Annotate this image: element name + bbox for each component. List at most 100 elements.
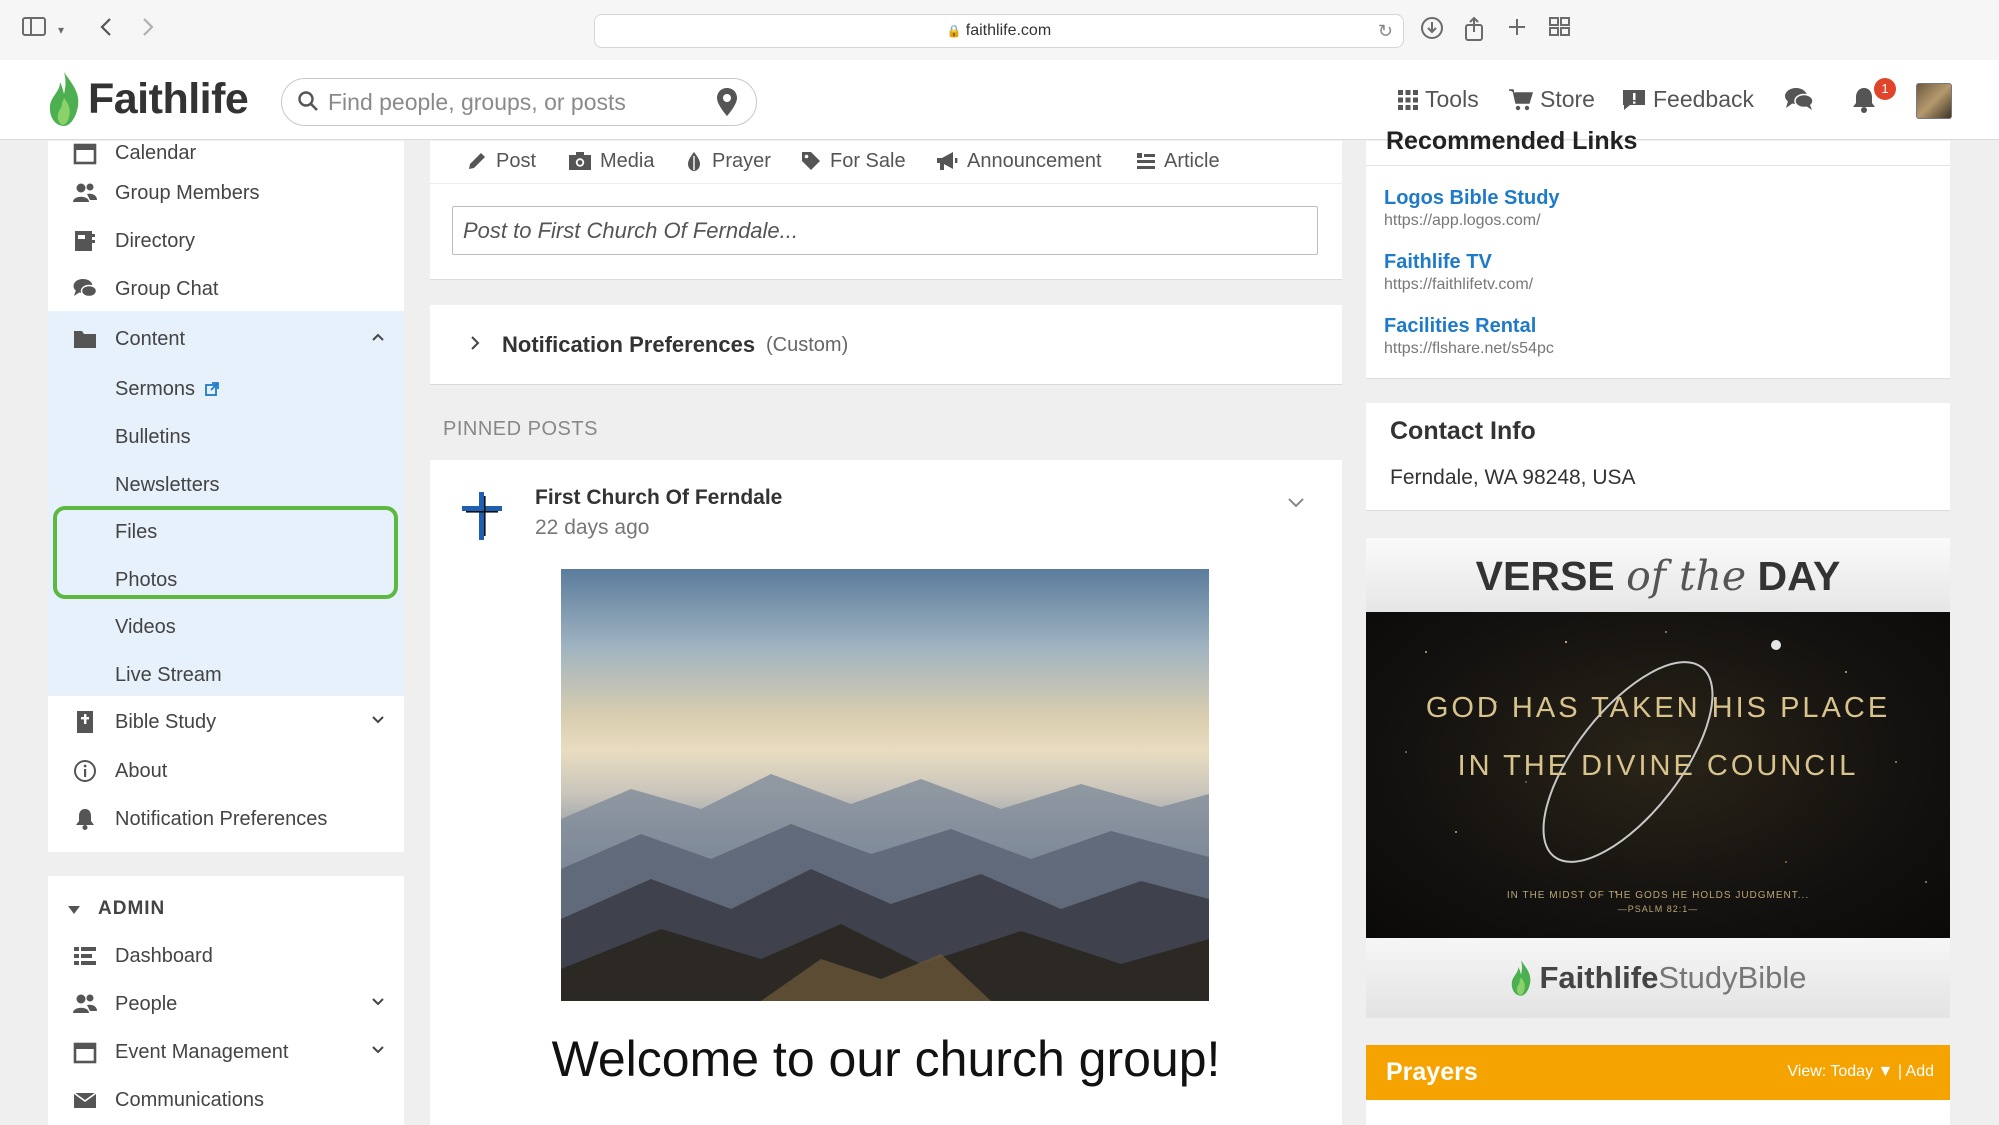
pinned-post: First Church Of Ferndale 22 days ago Wel… bbox=[430, 460, 1342, 1125]
sidebar-item-event-management[interactable]: Event Management bbox=[48, 1028, 404, 1076]
forward-icon[interactable] bbox=[140, 16, 156, 45]
post-type-media[interactable]: Media bbox=[568, 141, 654, 181]
link-facilities-rental[interactable]: Facilities Rental bbox=[1384, 315, 1536, 338]
post-timestamp: 22 days ago bbox=[535, 516, 650, 539]
prayers-view-dropdown[interactable]: View: Today ▼ bbox=[1787, 1063, 1893, 1080]
link-faithlife-tv[interactable]: Faithlife TV bbox=[1384, 251, 1492, 274]
church-cross-icon[interactable] bbox=[460, 490, 504, 542]
post-image[interactable] bbox=[561, 569, 1209, 1001]
votd-word: VERSE bbox=[1475, 553, 1615, 599]
back-icon[interactable] bbox=[98, 16, 114, 45]
chevron-down-icon[interactable] bbox=[370, 1042, 386, 1058]
search-input[interactable] bbox=[328, 87, 688, 117]
caret-down-icon[interactable] bbox=[67, 903, 81, 917]
flame-icon bbox=[49, 72, 79, 126]
avatar[interactable] bbox=[1916, 83, 1952, 119]
feedback-nav[interactable]: Feedback bbox=[1621, 86, 1754, 113]
chevron-down-icon[interactable] bbox=[1286, 496, 1306, 510]
tools-nav[interactable]: Tools bbox=[1397, 86, 1479, 113]
post-type-for-sale[interactable]: For Sale bbox=[800, 141, 906, 181]
post-type-label: Prayer bbox=[712, 149, 771, 172]
votd-word: DAY bbox=[1757, 553, 1841, 599]
post-author[interactable]: First Church Of Ferndale bbox=[535, 486, 782, 510]
chevron-down-icon[interactable] bbox=[370, 994, 386, 1010]
download-icon[interactable] bbox=[1420, 16, 1444, 47]
votd-header: VERSE of the DAY bbox=[1366, 538, 1950, 612]
content-section: Content Sermons Bulletins Newsletters Fi… bbox=[48, 311, 404, 696]
store-nav[interactable]: Store bbox=[1508, 86, 1595, 113]
envelope-icon bbox=[73, 1092, 97, 1108]
post-type-prayer[interactable]: Prayer bbox=[684, 141, 771, 181]
sidebar-item-bulletins[interactable]: Bulletins bbox=[48, 413, 404, 461]
faithlife-logo[interactable]: Faithlife bbox=[46, 70, 249, 128]
sidebar-item-bible-study[interactable]: Bible Study bbox=[48, 698, 404, 746]
sidebar-item-label: Sermons bbox=[115, 377, 196, 400]
sidebar-item-label: Live Stream bbox=[115, 663, 222, 686]
notification-preferences-bar[interactable]: Notification Preferences (Custom) bbox=[430, 305, 1342, 385]
sidebar-item-notification-preferences[interactable]: Notification Preferences bbox=[48, 795, 404, 843]
verse-line: IN THE DIVINE COUNCIL bbox=[1457, 750, 1859, 782]
external-link-icon bbox=[204, 381, 219, 396]
sidebar-item-group-members[interactable]: Group Members bbox=[48, 169, 404, 217]
sidebar-item-label-wrap: Sermons bbox=[115, 378, 219, 401]
verse-line: GOD HAS TAKEN HIS PLACE bbox=[1425, 692, 1891, 724]
post-type-announcement[interactable]: Announcement bbox=[935, 141, 1102, 181]
sidebar-item-videos[interactable]: Videos bbox=[48, 603, 404, 651]
recommended-links-title: Recommended Links bbox=[1386, 127, 1638, 155]
search-box[interactable] bbox=[281, 78, 757, 126]
link-url: https://flshare.net/s54pc bbox=[1384, 340, 1554, 357]
sidebar-item-label: Newsletters bbox=[115, 473, 220, 496]
sidebar-item-label: Dashboard bbox=[115, 944, 213, 967]
chevron-up-icon[interactable] bbox=[370, 329, 386, 345]
location-pin-icon[interactable] bbox=[716, 87, 738, 122]
chat-icon bbox=[73, 279, 98, 298]
sidebar-item-content[interactable]: Content bbox=[48, 315, 404, 363]
sidebar-item-directory[interactable]: Directory bbox=[48, 217, 404, 265]
pinned-posts-label: PINNED POSTS bbox=[443, 418, 598, 440]
sidebar-item-communications[interactable]: Communications bbox=[48, 1076, 404, 1124]
tools-label: Tools bbox=[1425, 86, 1479, 112]
sidebar-item-label: Bible Study bbox=[115, 710, 217, 733]
sidebar-item-label: Group Chat bbox=[115, 277, 219, 300]
chevron-down-icon[interactable] bbox=[370, 712, 386, 728]
new-tab-icon[interactable] bbox=[1506, 16, 1528, 45]
site-header: Faithlife Tools Store Feedback bbox=[0, 60, 1999, 140]
reload-icon[interactable]: ↻ bbox=[1378, 15, 1393, 47]
sidebar-item-label: Communications bbox=[115, 1088, 264, 1111]
sidebar-item-live-stream[interactable]: Live Stream bbox=[48, 651, 404, 699]
sidebar-item-newsletters[interactable]: Newsletters bbox=[48, 461, 404, 509]
share-icon[interactable] bbox=[1463, 16, 1485, 49]
tab-overview-icon[interactable] bbox=[1548, 16, 1572, 45]
sidebar-item-about[interactable]: About bbox=[48, 747, 404, 795]
messages-nav[interactable] bbox=[1784, 86, 1820, 112]
chat-icon bbox=[1785, 88, 1814, 110]
address-bar[interactable]: 🔒 faithlife.com ↻ bbox=[594, 14, 1404, 48]
tag-icon bbox=[802, 152, 820, 170]
divider bbox=[430, 183, 1342, 184]
prayers-title: Prayers bbox=[1386, 1058, 1478, 1086]
post-input[interactable] bbox=[452, 206, 1318, 255]
prayers-controls: View: Today ▼ | Add bbox=[1787, 1063, 1934, 1081]
link-logos-bible-study[interactable]: Logos Bible Study bbox=[1384, 187, 1560, 210]
verse-excerpt: IN THE MIDST OF THE GODS HE HOLDS JUDGME… bbox=[1506, 890, 1810, 901]
sidebar-item-dashboard[interactable]: Dashboard bbox=[48, 932, 404, 980]
sidebar-item-people[interactable]: People bbox=[48, 980, 404, 1028]
post-type-post[interactable]: Post bbox=[466, 141, 536, 181]
post-type-article[interactable]: Article bbox=[1136, 141, 1220, 181]
info-icon bbox=[74, 760, 96, 782]
people-icon bbox=[73, 994, 97, 1013]
brand-word: Faithlife bbox=[1539, 960, 1659, 995]
sidebar-toggle-icon[interactable] bbox=[22, 16, 48, 45]
verse-of-the-day-widget[interactable]: VERSE of the DAY GOD HAS TAKEN HIS PLACE… bbox=[1366, 538, 1950, 1018]
contact-info-title: Contact Info bbox=[1390, 417, 1536, 445]
calendar-icon bbox=[73, 1042, 97, 1064]
prayers-add-link[interactable]: Add bbox=[1906, 1063, 1934, 1080]
sidebar-item-sermons[interactable]: Sermons bbox=[48, 365, 404, 413]
url-text: faithlife.com bbox=[965, 22, 1052, 39]
sidebar-item-group-chat[interactable]: Group Chat bbox=[48, 265, 404, 313]
chevron-down-icon[interactable]: ▾ bbox=[58, 16, 64, 44]
chevron-right-icon[interactable] bbox=[468, 335, 482, 351]
contact-address: Ferndale, WA 98248, USA bbox=[1390, 466, 1636, 489]
notification-badge: 1 bbox=[1874, 78, 1896, 100]
prayers-card-header: Prayers View: Today ▼ | Add bbox=[1366, 1045, 1950, 1100]
